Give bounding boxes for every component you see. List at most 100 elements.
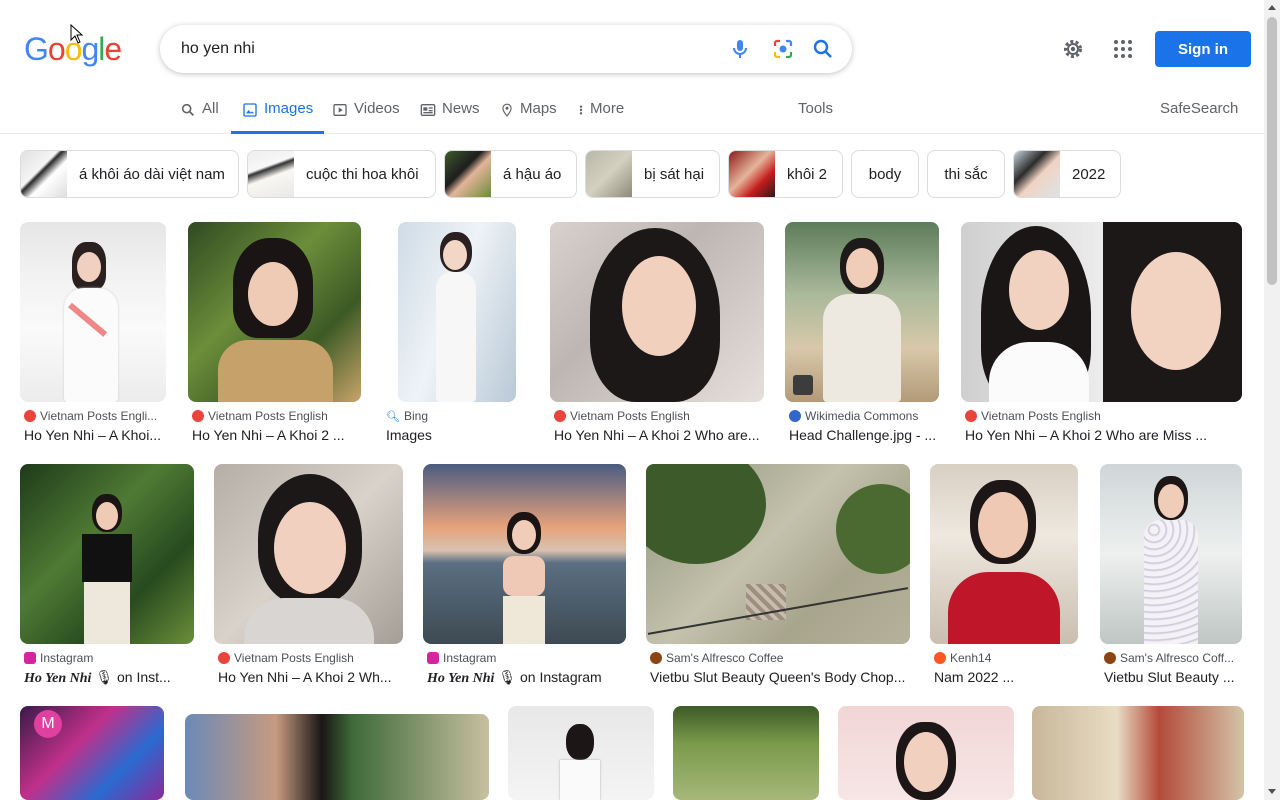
result-source: Vietnam Posts Engli... [24,409,164,423]
scrollbar-thumb[interactable] [1267,17,1277,285]
pin-icon [502,103,512,117]
chip-thumbnail [21,151,67,197]
image-result[interactable]: Wikimedia Commons Head Challenge.jpg - .… [785,222,943,444]
image-result[interactable] [838,706,1014,800]
tools-label: Tools [798,100,834,117]
favicon-icon [965,410,977,422]
search-box[interactable]: ho yen nhi [160,25,852,73]
result-thumbnail [838,706,1014,800]
image-result[interactable]: Vietnam Posts English Ho Yen Nhi – A Kho… [961,222,1244,444]
scroll-down-arrow-icon[interactable] [1268,789,1276,794]
more-vert-icon [579,105,583,115]
tab-news[interactable]: News [420,100,480,134]
image-result[interactable]: Sam's Alfresco Coffee Vietbu Slut Beauty… [646,464,912,688]
tab-label: More [590,100,625,117]
result-thumbnail [550,222,764,402]
favicon-icon [789,410,801,422]
result-title[interactable]: Ho Yen Nhi – A Khoi 2 Who are Miss ... [965,427,1235,443]
settings-gear-icon[interactable] [1061,37,1085,61]
tab-label: Maps [520,100,557,117]
image-icon [243,103,257,117]
image-result[interactable]: Vietnam Posts English Ho Yen Nhi – A Kho… [214,464,405,688]
vertical-scrollbar[interactable] [1264,0,1280,800]
image-result[interactable]: Sam's Alfresco Coff... Vietbu Slut Beaut… [1100,464,1244,688]
result-thumbnail [930,464,1078,644]
tab-videos[interactable]: Videos [332,100,400,134]
image-result[interactable]: M [20,706,166,800]
tab-label: Images [264,100,314,117]
image-result[interactable]: Instagram Ho Yen Nhi 🎙︎ on Inst... [20,464,196,688]
lens-camera-icon[interactable] [771,37,795,61]
result-title[interactable]: Ho Yen Nhi – A Khoi 2 Wh... [218,669,400,685]
result-title[interactable]: Images [386,427,526,443]
tab-maps[interactable]: Maps [500,100,557,134]
result-title[interactable]: Ho Yen Nhi 🎙︎ on Instagram [427,669,627,687]
chip-thumbnail [1014,151,1060,197]
chip-khoi-2[interactable]: khôi 2 [728,150,843,198]
chip-body[interactable]: body [851,150,919,198]
result-thumbnail [961,222,1242,402]
result-title[interactable]: Ho Yen Nhi – A Khoi 2 ... [192,427,360,443]
result-thumbnail [185,714,489,800]
microphone-icon[interactable] [728,37,752,61]
favicon-icon [192,410,204,422]
result-source: Kenh14 [934,651,1079,665]
chip-label: body [868,165,902,183]
chip-label: thi sắc [944,165,988,183]
chip-bi-sat-hai[interactable]: bị sát hại [585,150,720,198]
image-result[interactable] [673,706,819,800]
result-thumbnail [423,464,626,644]
chip-thumbnail [729,151,775,197]
result-source: 🔍︎ Bing [386,409,428,423]
result-source: Instagram [24,651,194,665]
scroll-up-arrow-icon[interactable] [1268,5,1276,10]
image-result[interactable] [508,706,654,800]
search-icon[interactable] [811,37,835,61]
logo-letter: G [24,31,49,67]
result-title[interactable]: Ho Yen Nhi – A Khoi 2 Who are... [554,427,766,443]
chip-cuoc-thi-hoa-khoi[interactable]: cuộc thi hoa khôi [247,150,436,198]
image-result[interactable]: Kenh14 Nam 2022 ... [930,464,1082,688]
result-title[interactable]: Ho Yen Nhi 🎙︎ on Inst... [24,669,192,687]
search-input[interactable]: ho yen nhi [181,40,255,58]
safesearch-button[interactable]: SafeSearch [1160,100,1238,134]
image-result[interactable]: Instagram Ho Yen Nhi 🎙︎ on Instagram [423,464,628,688]
result-title[interactable]: Ho Yen Nhi – A Khoi... [24,427,166,443]
chip-thi-sac[interactable]: thi sắc [927,150,1005,198]
result-title[interactable]: Vietbu Slut Beauty Queen's Body Chop... [650,669,908,685]
result-thumbnail [188,222,361,402]
chip-2022[interactable]: 2022 [1013,150,1121,198]
image-result[interactable]: Vietnam Posts English Ho Yen Nhi – A Kho… [188,222,363,444]
tab-more[interactable]: More [578,100,624,134]
chip-label: bị sát hại [644,165,705,183]
sign-in-button[interactable]: Sign in [1155,31,1251,67]
tab-images[interactable]: Images [231,100,325,134]
result-title[interactable]: Nam 2022 ... [934,669,1079,685]
result-source: Vietnam Posts English [218,651,403,665]
favicon-icon [218,652,230,664]
apps-grid-icon[interactable] [1111,37,1135,61]
tools-button[interactable]: Tools [798,100,833,134]
chip-a-hau-ao[interactable]: á hậu áo [444,150,577,198]
mouse-cursor-icon [70,24,84,44]
image-result[interactable]: Vietnam Posts English Ho Yen Nhi – A Kho… [550,222,766,444]
chip-a-khoi-ao-dai[interactable]: á khôi áo dài việt nam [20,150,239,198]
result-thumbnail [785,222,939,402]
image-result[interactable]: Vietnam Posts Engli... Ho Yen Nhi – A Kh… [20,222,170,444]
image-result[interactable]: 🔍︎ Bing Images [382,222,532,444]
result-title[interactable]: Vietbu Slut Beauty ... [1104,669,1242,685]
result-title[interactable]: Head Challenge.jpg - ... [789,427,939,443]
result-thumbnail [20,222,166,402]
image-result[interactable] [185,714,489,800]
image-result[interactable] [1032,706,1244,800]
result-source: Instagram [427,651,627,665]
result-thumbnail [673,706,819,800]
safesearch-label: SafeSearch [1160,100,1239,117]
result-source: Vietnam Posts English [192,409,362,423]
favicon-icon [24,410,36,422]
result-thumbnail [1032,706,1244,800]
result-thumbnail [20,464,194,644]
tab-all[interactable]: All [180,100,219,134]
result-thumbnail [398,222,516,402]
favicon-icon [1104,652,1116,664]
